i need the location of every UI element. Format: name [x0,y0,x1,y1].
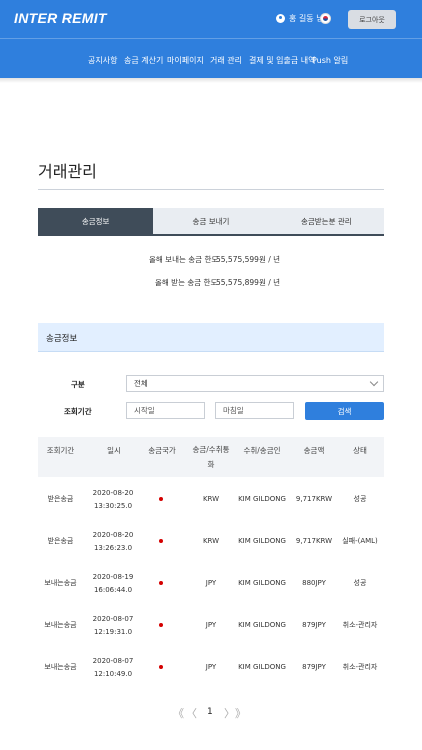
user-icon [276,14,285,23]
cell-currency: JPY [205,621,217,629]
cell-type: 보내는송금 [44,579,77,587]
cell-type: 받은송금 [47,537,74,545]
title-divider [38,189,384,190]
tab-send-remittance[interactable]: 송금 보내기 [153,208,269,234]
cell-currency: KRW [202,537,220,545]
cell-status: 취소-관리자 [342,621,378,629]
table-row[interactable]: 받은송금 2020-08-20 13:26:23.0 KRW KIM GILDO… [38,522,384,564]
cell-date: 2020-08-20 [92,489,134,497]
header-cell: 조회기간 [46,446,75,455]
cell-time: 13:26:23.0 [93,544,133,552]
nav-item-push[interactable]: Push 알림 [312,55,348,66]
korea-flag-icon[interactable] [320,13,331,24]
country-flag-icon [159,623,163,627]
cell-currency: KRW [202,495,220,503]
table-header: 조회기간 일시 송금국가 송금/수취통화 수취/송금인 송금액 상태 [38,437,384,477]
cell-name: KIM GILDONG [238,495,286,503]
prev-page-icon[interactable]: 〈 [186,705,197,721]
header-cell: 상태 [353,446,367,455]
section-title: 송금정보 [46,334,78,344]
tab-remittance-info[interactable]: 송금정보 [38,208,154,234]
country-flag-icon [159,497,163,501]
table-row[interactable]: 보내는송금 2020-08-07 12:19:31.0 JPY KIM GILD… [38,606,384,648]
header-shadow [0,78,422,83]
receive-limit-label: 올해 받는 송금 한도 [155,278,218,287]
end-date-input[interactable]: 마침일 [215,402,294,419]
send-limit-value: 55,575,599원 / 년 [216,255,281,264]
header-cell: 수취/송금인 [243,446,281,455]
cell-name: KIM GILDONG [238,537,286,545]
cell-time: 12:10:49.0 [93,670,133,678]
period-filter-label: 조회기간 [64,407,92,416]
nav-item-mypage[interactable]: 마이페이지 [167,55,204,66]
header-cell: 일시 [107,446,121,455]
country-flag-icon [159,539,163,543]
nav-item-payments[interactable]: 결제 및 입출금 내역 [249,55,316,66]
cell-amount: 9,717KRW [295,495,333,503]
tab-recipient-management[interactable]: 송금받는분 관리 [268,208,384,234]
cell-amount: 9,717KRW [295,537,333,545]
header-cell: 송금국가 [148,446,176,455]
cell-date: 2020-08-07 [92,615,134,623]
country-flag-icon [159,581,163,585]
header-cell: 송금액 [303,446,325,455]
type-select[interactable]: 전체 [126,375,384,392]
chevron-down-icon [369,377,379,387]
cell-type: 받은송금 [47,495,74,503]
cell-status: 취소-관리자 [342,663,378,671]
cell-amount: 879JPY [302,621,326,629]
header-divider [0,38,422,39]
first-page-icon[interactable]: 《 [173,705,184,721]
logout-button[interactable]: 로그아웃 [348,10,396,29]
cell-status: 성공 [353,579,367,587]
send-limit-label: 올해 보내는 송금 한도 [149,255,219,264]
table-row[interactable]: 보내는송금 2020-08-19 16:06:44.0 JPY KIM GILD… [38,564,384,606]
country-flag-icon [159,665,163,669]
search-button[interactable]: 검색 [305,402,384,420]
cell-name: KIM GILDONG [238,621,286,629]
cell-name: KIM GILDONG [238,579,286,587]
page-title: 거래관리 [38,162,97,181]
type-select-value: 전체 [134,379,148,388]
nav-item-calculator[interactable]: 송금 계산기 [124,55,163,66]
cell-name: KIM GILDONG [238,663,286,671]
cell-date: 2020-08-19 [92,573,134,581]
header-cell: 송금/수취통화 [192,445,230,469]
user-info[interactable]: 홍 길동 님 [276,13,324,24]
user-name: 홍 길동 님 [289,14,324,23]
app-logo[interactable]: INTER REMIT [14,10,107,26]
nav-item-transactions[interactable]: 거래 관리 [210,55,242,66]
cell-status: 성공 [353,495,367,503]
cell-time: 16:06:44.0 [93,586,133,594]
table-row[interactable]: 받은송금 2020-08-20 13:30:25.0 KRW KIM GILDO… [38,480,384,522]
table-row[interactable]: 보내는송금 2020-08-07 12:10:49.0 JPY KIM GILD… [38,648,384,690]
next-page-icon[interactable]: 〉 [224,705,235,721]
last-page-icon[interactable]: 》 [235,705,246,721]
cell-currency: JPY [205,663,217,671]
cell-type: 보내는송금 [44,663,77,671]
cell-time: 13:30:25.0 [93,502,133,510]
cell-type: 보내는송금 [44,621,77,629]
cell-amount: 879JPY [302,663,326,671]
receive-limit-value: 55,575,899원 / 년 [216,278,281,287]
start-date-input[interactable]: 시작일 [126,402,205,419]
section-header: 송금정보 [38,323,384,352]
cell-amount: 880JPY [302,579,326,587]
tab-bar: 송금정보 송금 보내기 송금받는분 관리 [38,208,384,236]
nav-item-notice[interactable]: 공지사항 [88,55,117,66]
cell-status: 실패-(AML) [342,537,378,545]
app-header: INTER REMIT 홍 길동 님 로그아웃 공지사항 송금 계산기 마이페이… [0,0,422,78]
cell-currency: JPY [205,579,217,587]
type-filter-label: 구분 [71,380,85,389]
page-number-current[interactable]: 1 [207,707,213,717]
cell-time: 12:19:31.0 [93,628,133,636]
cell-date: 2020-08-07 [92,657,134,665]
cell-date: 2020-08-20 [92,531,134,539]
